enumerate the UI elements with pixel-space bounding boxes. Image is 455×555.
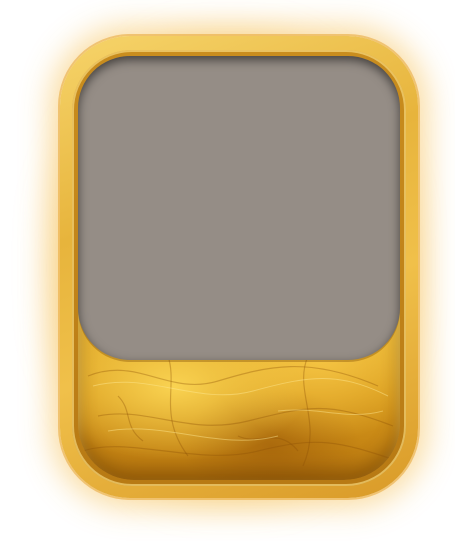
portrait-placeholder — [78, 56, 400, 360]
